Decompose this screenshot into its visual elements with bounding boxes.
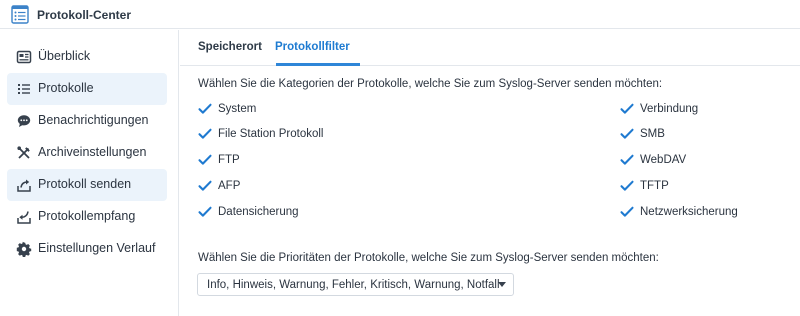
- checkbox-label: Netzwerksicherung: [640, 206, 738, 218]
- checkbox-label: WebDAV: [640, 154, 687, 166]
- checkmark-icon: [198, 206, 212, 217]
- sidebar-item-label: Benachrichtigungen: [38, 113, 149, 127]
- checkmark-icon: [198, 128, 212, 139]
- list-icon: [18, 84, 30, 94]
- sidebar-item-archiveinstellungen[interactable]: Archiveinstellungen: [7, 137, 167, 169]
- sidebar-item-protokoll-senden[interactable]: Protokoll senden: [7, 169, 167, 201]
- active-tab-indicator: [276, 63, 360, 66]
- chat-bubble-icon: [17, 115, 31, 127]
- checkmark-icon: [620, 103, 634, 114]
- checkmark-icon: [620, 154, 634, 165]
- sidebar-item-label: Protokollempfang: [38, 209, 136, 223]
- tab-protokollfilter[interactable]: Protokollfilter: [275, 41, 350, 53]
- overview-card-icon: [16, 50, 32, 64]
- checkbox-label: SMB: [640, 128, 665, 140]
- sidebar-item-einstellungen-verlauf[interactable]: Einstellungen Verlauf: [7, 233, 167, 265]
- sidebar-item-label: Einstellungen Verlauf: [38, 241, 156, 255]
- checkmark-icon: [620, 128, 634, 139]
- priorities-heading: Wählen Sie die Prioritäten der Protokoll…: [198, 252, 659, 264]
- checkmark-icon: [620, 206, 634, 217]
- caret-down-icon: [498, 282, 506, 287]
- sidebar-item-protokolle[interactable]: Protokolle: [7, 73, 167, 105]
- sidebar-item-benachrichtigungen[interactable]: Benachrichtigungen: [7, 105, 167, 137]
- checkmark-icon: [620, 180, 634, 191]
- sidebar: Überblick Protokolle Benachrichtigungen: [0, 30, 179, 316]
- sidebar-item-label: Protokolle: [38, 81, 94, 95]
- sidebar-item-label: Protokoll senden: [38, 177, 132, 191]
- sidebar-item-label: Überblick: [38, 49, 91, 63]
- checkbox-label: FTP: [218, 154, 240, 166]
- window-title: Protokoll-Center: [37, 8, 132, 22]
- categories-heading: Wählen Sie die Kategorien der Protokolle…: [198, 78, 663, 90]
- send-icon: [17, 179, 31, 192]
- title-bar: Protokoll-Center: [0, 0, 800, 29]
- gear-icon: [16, 241, 32, 257]
- sidebar-item-label: Archiveinstellungen: [38, 145, 147, 159]
- receive-icon: [17, 211, 31, 224]
- tab-bar: Speicherort Protokollfilter: [180, 30, 800, 66]
- checkbox-label: Verbindung: [640, 103, 699, 115]
- sidebar-item-ueberblick[interactable]: Überblick: [7, 41, 167, 73]
- checkmark-icon: [198, 103, 212, 114]
- checkbox-label: System: [218, 103, 257, 115]
- checkmark-icon: [198, 154, 212, 165]
- checkbox-label: File Station Protokoll: [218, 128, 324, 140]
- checkmark-icon: [198, 180, 212, 191]
- priority-select-value: Info, Hinweis, Warnung, Fehler, Kritisch…: [207, 279, 500, 291]
- checkbox-label: TFTP: [640, 180, 669, 192]
- log-center-icon: [11, 5, 29, 24]
- checkbox-label: AFP: [218, 180, 241, 192]
- tools-icon: [17, 146, 30, 159]
- tab-speicherort[interactable]: Speicherort: [198, 41, 262, 53]
- sidebar-item-protokollempfang[interactable]: Protokollempfang: [7, 201, 167, 233]
- checkbox-label: Datensicherung: [218, 206, 299, 218]
- priority-select[interactable]: Info, Hinweis, Warnung, Fehler, Kritisch…: [197, 273, 514, 296]
